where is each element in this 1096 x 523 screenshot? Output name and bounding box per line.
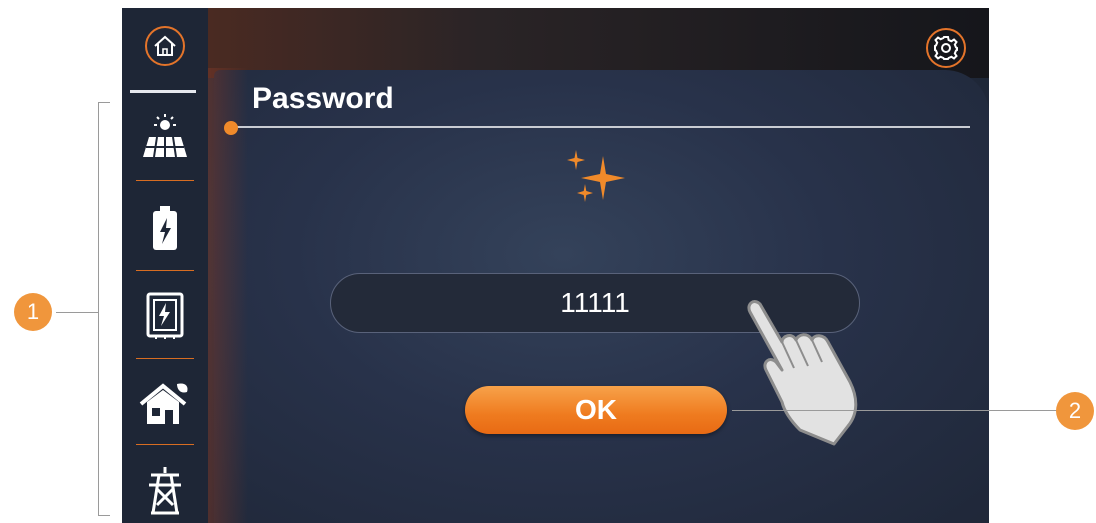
grid-tower-icon [149,467,181,515]
sidebar-item-grid[interactable] [122,460,208,520]
sidebar-item-inverter[interactable] [122,286,208,346]
ok-button[interactable]: OK [465,386,727,434]
title-divider-dot [224,121,238,135]
callout-badge-1: 1 [14,293,52,331]
home-icon [145,26,185,66]
callout-bracket-1 [98,102,110,516]
sidebar-item-home-load[interactable] [122,374,208,434]
callout-line-2 [732,410,1058,411]
house-load-icon [139,383,188,424]
title-divider [230,126,970,128]
callout-line-1 [56,312,98,313]
callout-badge-2: 2 [1056,392,1094,430]
battery-icon [153,206,177,250]
pointing-hand-icon [738,298,868,452]
sidebar-active-indicator [130,90,196,93]
sidebar-item-home[interactable] [122,24,208,68]
gear-icon [926,28,966,68]
inverter-icon [146,292,184,339]
sparkle-icon [563,148,629,212]
top-bar [208,8,989,78]
page-title: Password [252,82,394,115]
main-screen: Password 11111 OK [208,8,989,523]
sidebar-item-solar[interactable] [122,108,208,168]
panel-glow [208,68,248,523]
sidebar [122,8,208,523]
solar-panel-icon [143,114,187,158]
sidebar-item-battery[interactable] [122,198,208,258]
settings-button[interactable] [926,28,966,68]
